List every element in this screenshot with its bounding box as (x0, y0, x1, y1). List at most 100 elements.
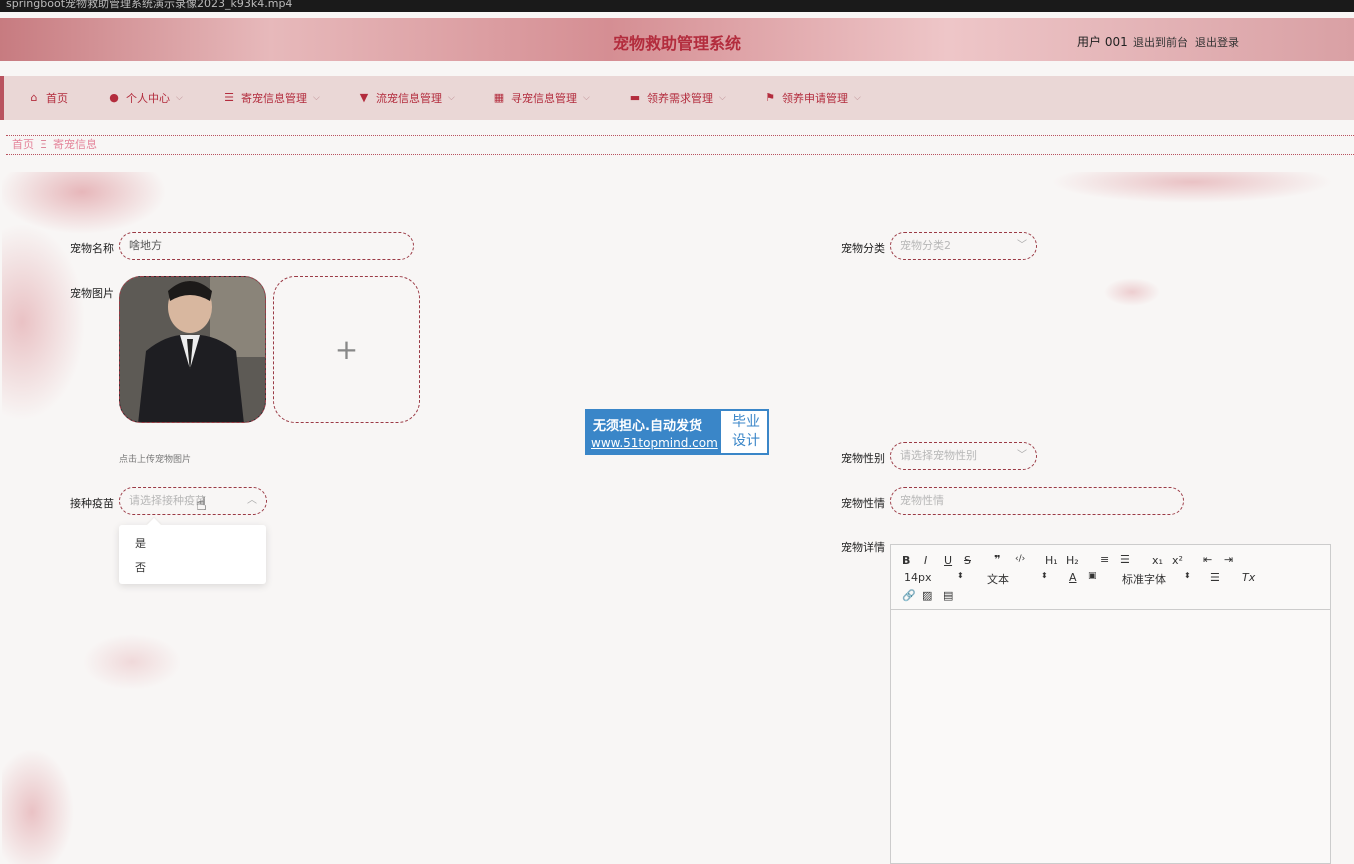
chevron-down-icon: ⌵ (719, 93, 726, 103)
nav-item-label: 领养需求管理 (647, 92, 713, 105)
window-title-bar: springboot宠物救助管理系统演示录像2023_k93k4.mp4 (0, 0, 1354, 12)
nav-item-label: 首页 (46, 92, 68, 105)
current-user: 用户 001 (1077, 35, 1128, 49)
pet-temper-input[interactable]: 宠物性情 (890, 487, 1184, 515)
pet-image-label: 宠物图片 (70, 287, 114, 300)
watermark-right2: 设计 (732, 433, 760, 449)
list-icon: ☰ (224, 91, 234, 104)
hand-cursor-icon: ☝ (196, 494, 207, 515)
vaccine-select[interactable]: 请选择接种疫苗 ︿ (119, 487, 267, 515)
pet-category-value: 宠物分类2 (900, 239, 951, 252)
vaccine-dropdown: 是 否 (119, 517, 266, 584)
watermark-right1: 毕业 (732, 414, 760, 430)
chevron-down-icon: ⌵ (583, 93, 590, 103)
outdent-button[interactable]: ⇤ (1203, 553, 1212, 566)
breadcrumb-current: 寄宠信息 (52, 138, 97, 151)
grid-icon: ▦ (493, 91, 505, 104)
font-color-icon[interactable]: A (1069, 571, 1077, 584)
upload-hint: 点击上传宠物图片 (119, 455, 192, 465)
nav-item-label: 个人中心 (126, 92, 170, 105)
chevron-down-icon: ﹀ (1017, 450, 1027, 461)
bold-button[interactable]: B (902, 554, 910, 567)
pet-temper-label: 宠物性情 (841, 497, 885, 510)
chevron-up-icon: ︿ (247, 495, 257, 506)
person-photo (120, 277, 265, 422)
background-color-icon[interactable]: ▣ (1088, 571, 1097, 581)
pet-image-thumbnail[interactable] (119, 276, 266, 423)
watermark-line2: www.51topmind.com (591, 436, 718, 450)
watermark-logo: 无须担心.自动发货 www.51topmind.com 毕业 设计 (585, 409, 769, 455)
ordered-list-button[interactable]: ≡ (1100, 553, 1109, 566)
bookmark-icon: ▬ (629, 91, 641, 104)
window-title: springboot宠物救助管理系统演示录像2023_k93k4.mp4 (6, 0, 293, 10)
breadcrumb: 首页 Ξ 寄宠信息 (6, 135, 1354, 155)
upload-add-button[interactable]: + (273, 276, 420, 423)
italic-button[interactable]: I (924, 554, 927, 567)
chevron-down-icon: ﹀ (1017, 240, 1027, 251)
chevron-down-icon: ⌵ (176, 93, 183, 103)
code-block-button[interactable]: ‹/› (1015, 554, 1025, 564)
strike-button[interactable]: S (964, 554, 971, 567)
nav-item-boarding-pet[interactable]: ☰ 寄宠信息管理 ⌵ (223, 90, 320, 106)
indent-button[interactable]: ⇥ (1224, 553, 1233, 566)
pet-name-input[interactable]: 啥地方 (119, 232, 414, 260)
site-header: 宠物救助管理系统 用户 001 退出到前台 退出登录 (0, 18, 1354, 61)
nav-item-stray-pet[interactable]: ▼ 流宠信息管理 ⌵ (358, 90, 455, 106)
vaccine-select-placeholder: 请选择接种疫苗 (129, 494, 206, 507)
h2-button[interactable]: H₂ (1066, 554, 1079, 567)
home-icon: ⌂ (30, 91, 38, 104)
video-icon[interactable]: ▤ (943, 589, 953, 602)
chevron-updown-icon: ⬍ (1184, 571, 1191, 580)
chevron-updown-icon: ⬍ (957, 571, 964, 580)
nav-item-home[interactable]: ⌂ 首页 (28, 90, 69, 106)
flag-icon: ⚑ (765, 91, 775, 104)
chevron-down-icon: ⌵ (448, 93, 455, 103)
block-type-select[interactable]: 文本 (987, 571, 1009, 587)
editor-toolbar: B I U S ❞ ‹/› H₁ H₂ ≡ ☰ x₁ x² ⇤ ⇥ 14px ⬍… (891, 545, 1330, 610)
nav-item-adoption-application[interactable]: ⚑ 领养申请管理 ⌵ (764, 90, 861, 106)
align-icon[interactable]: ☰ (1210, 571, 1220, 584)
vaccine-option-yes[interactable]: 是 (135, 535, 146, 551)
nav-item-label: 寻宠信息管理 (511, 92, 577, 105)
chevron-updown-icon: ⬍ (1041, 571, 1048, 580)
main-nav: ⌂ 首页 ● 个人中心 ⌵ ☰ 寄宠信息管理 ⌵ ▼ 流宠信息管理 ⌵ ▦ 寻宠… (0, 76, 1354, 120)
pet-category-select[interactable]: 宠物分类2 ﹀ (890, 232, 1037, 260)
nav-item-find-pet[interactable]: ▦ 寻宠信息管理 ⌵ (493, 90, 590, 106)
user-icon: ● (109, 91, 119, 104)
watermark-left: 无须担心.自动发货 www.51topmind.com (587, 411, 721, 453)
back-to-frontend-link[interactable]: 退出到前台 (1133, 34, 1188, 50)
image-icon[interactable]: ▨ (922, 589, 932, 602)
chevron-down-icon: ⌵ (313, 93, 320, 103)
blockquote-button[interactable]: ❞ (994, 553, 1000, 566)
pet-name-label: 宠物名称 (70, 242, 114, 255)
nav-item-adoption-demand[interactable]: ▬ 领养需求管理 ⌵ (629, 90, 726, 106)
font-size-select[interactable]: 14px (904, 571, 932, 584)
watermark-line1: 无须担心.自动发货 (593, 419, 702, 434)
nav-item-label: 寄宠信息管理 (241, 92, 307, 105)
paint-icon: ▼ (359, 91, 369, 104)
pet-gender-placeholder: 请选择宠物性别 (900, 449, 977, 462)
superscript-button[interactable]: x² (1172, 554, 1183, 567)
pet-gender-label: 宠物性别 (841, 452, 885, 465)
bullet-list-button[interactable]: ☰ (1120, 553, 1130, 566)
nav-item-label: 领养申请管理 (782, 92, 848, 105)
breadcrumb-separator: Ξ (40, 138, 47, 151)
chevron-down-icon: ⌵ (854, 93, 861, 103)
vaccine-label: 接种疫苗 (70, 497, 114, 510)
clear-format-button[interactable]: Tx (1242, 571, 1255, 584)
font-family-select[interactable]: 标准字体 (1122, 571, 1166, 587)
nav-item-label: 流宠信息管理 (376, 92, 442, 105)
logout-link[interactable]: 退出登录 (1195, 34, 1239, 50)
pet-gender-select[interactable]: 请选择宠物性别 ﹀ (890, 442, 1037, 470)
breadcrumb-home[interactable]: 首页 (12, 138, 34, 151)
pet-detail-label: 宠物详情 (841, 541, 885, 554)
pet-category-label: 宠物分类 (841, 242, 885, 255)
vaccine-option-no[interactable]: 否 (135, 559, 146, 575)
subscript-button[interactable]: x₁ (1152, 554, 1163, 567)
rich-text-editor[interactable]: B I U S ❞ ‹/› H₁ H₂ ≡ ☰ x₁ x² ⇤ ⇥ 14px ⬍… (890, 544, 1331, 864)
underline-button[interactable]: U (944, 554, 952, 567)
nav-item-personal-center[interactable]: ● 个人中心 ⌵ (108, 90, 183, 106)
watermark-right: 毕业 设计 (727, 413, 765, 451)
h1-button[interactable]: H₁ (1045, 554, 1058, 567)
link-icon[interactable]: 🔗 (902, 589, 916, 602)
